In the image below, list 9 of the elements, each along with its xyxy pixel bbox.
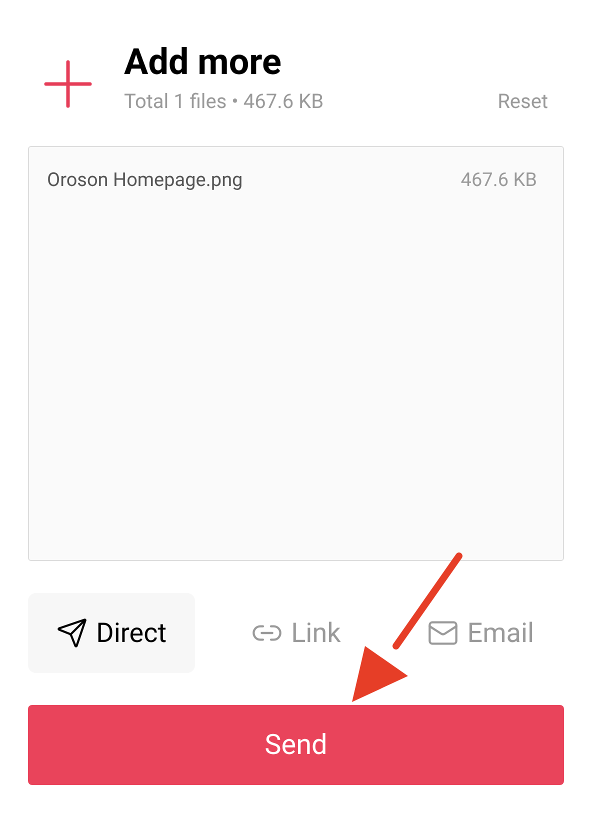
send-icon — [56, 617, 88, 649]
header-title: Add more — [124, 40, 282, 84]
plus-icon[interactable] — [44, 60, 92, 108]
files-summary: Total 1 files • 467.6 KB — [124, 88, 324, 115]
send-method-tab[interactable]: Direct — [28, 593, 195, 673]
file-size: 467.6 KB — [460, 167, 538, 193]
send-button[interactable]: Send — [28, 705, 564, 785]
file-name: Oroson Homepage.png — [47, 167, 243, 193]
reset-link[interactable]: Reset — [498, 86, 548, 116]
